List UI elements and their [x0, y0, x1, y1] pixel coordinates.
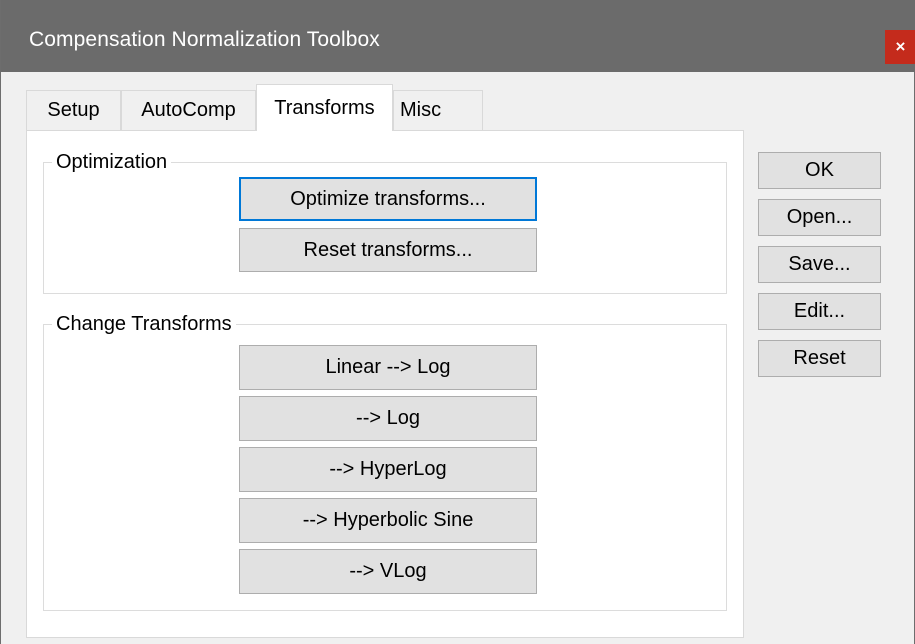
- change-transforms-group: Change Transforms Linear --> Log --> Log…: [43, 313, 727, 611]
- linear-to-log-button[interactable]: Linear --> Log: [239, 345, 537, 390]
- edit-button[interactable]: Edit...: [758, 293, 881, 330]
- button-label: Open...: [786, 206, 853, 228]
- dialog-window: Compensation Normalization Toolbox × Set…: [0, 0, 915, 644]
- button-label: Reset transforms...: [303, 238, 473, 261]
- button-label: Optimize transforms...: [290, 187, 486, 210]
- reset-transforms-button[interactable]: Reset transforms...: [239, 228, 537, 272]
- tab-autocomp[interactable]: AutoComp: [121, 90, 256, 130]
- open-button[interactable]: Open...: [758, 199, 881, 236]
- button-label: Edit...: [793, 300, 846, 322]
- close-button[interactable]: ×: [885, 30, 915, 64]
- to-hyperbolic-sine-button[interactable]: --> Hyperbolic Sine: [239, 498, 537, 543]
- tab-label: Transforms: [274, 96, 375, 119]
- tab-setup[interactable]: Setup: [26, 90, 121, 130]
- tab-transforms[interactable]: Transforms: [256, 84, 393, 131]
- tab-label: Misc: [400, 99, 442, 121]
- window-title: Compensation Normalization Toolbox: [29, 28, 380, 51]
- tab-label: Setup: [47, 99, 100, 121]
- ok-button[interactable]: OK: [758, 152, 881, 189]
- close-icon: ×: [895, 37, 906, 56]
- save-button[interactable]: Save...: [758, 246, 881, 283]
- optimization-group: Optimization Optimize transforms... Rese…: [43, 151, 727, 294]
- button-label: OK: [805, 159, 834, 181]
- transforms-tab-panel: Optimization Optimize transforms... Rese…: [26, 130, 744, 638]
- button-label: Reset: [793, 347, 846, 369]
- optimization-group-title: Optimization: [52, 151, 172, 173]
- title-bar[interactable]: Compensation Normalization Toolbox ×: [1, 0, 915, 72]
- tab-misc[interactable]: Misc: [393, 90, 483, 130]
- button-label: --> Log: [356, 407, 420, 429]
- button-label: --> HyperLog: [329, 458, 447, 480]
- button-label: --> VLog: [349, 560, 427, 582]
- reset-button[interactable]: Reset: [758, 340, 881, 377]
- optimize-transforms-button[interactable]: Optimize transforms...: [239, 177, 537, 221]
- to-vlog-button[interactable]: --> VLog: [239, 549, 537, 594]
- to-log-button[interactable]: --> Log: [239, 396, 537, 441]
- to-hyperlog-button[interactable]: --> HyperLog: [239, 447, 537, 492]
- tab-label: AutoComp: [141, 99, 236, 121]
- button-label: Save...: [788, 253, 851, 275]
- button-label: Linear --> Log: [325, 356, 451, 378]
- change-transforms-group-title: Change Transforms: [52, 313, 236, 335]
- button-label: --> Hyperbolic Sine: [302, 509, 474, 531]
